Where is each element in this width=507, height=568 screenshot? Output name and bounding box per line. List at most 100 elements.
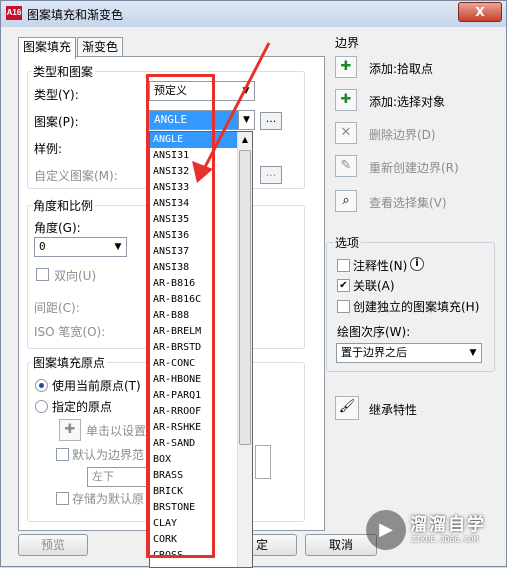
pattern-list-item[interactable]: AR-PARQ1 — [150, 388, 238, 404]
remove-boundaries-label[interactable]: 删除边界(D) — [369, 126, 436, 143]
separate-hatches-checkbox[interactable] — [337, 300, 350, 313]
remove-boundaries-icon[interactable]: ✕ — [335, 122, 357, 144]
chevron-down-icon: ▼ — [114, 242, 122, 252]
custom-browse-button[interactable]: ... — [260, 166, 282, 184]
add-pick-points-icon[interactable]: ✚ — [335, 56, 357, 78]
magnifier-icon[interactable]: ⌕ — [335, 190, 357, 212]
scroll-up-icon[interactable]: ▲ — [238, 132, 252, 147]
specified-origin-radio[interactable] — [35, 400, 48, 413]
specified-origin-label: 指定的原点 — [52, 400, 113, 414]
origin-position-combo[interactable]: 左下 — [87, 467, 149, 487]
options-group-label: 选项 — [333, 234, 362, 251]
tab-gradient[interactable]: 渐变色 — [77, 37, 124, 57]
add-select-objects-label[interactable]: 添加:选择对象 — [369, 93, 445, 110]
double-label: 双向(U) — [54, 269, 97, 283]
click-to-set-label: 单击以设置 — [86, 424, 147, 438]
pattern-list-item[interactable]: ANSI31 — [150, 148, 238, 164]
pattern-dropdown-list[interactable]: ANGLE ANSI31 ANSI32 ANSI33 ANSI34 ANSI35 ANSI3… — [149, 131, 253, 568]
pattern-list-item[interactable]: AR-HBONE — [150, 372, 238, 388]
window-title: 图案填充和渐变色 — [27, 8, 124, 22]
ok-button-label: 定 — [256, 538, 269, 552]
draw-order-label: 绘图次序(W): — [337, 325, 411, 339]
pattern-browse-button[interactable]: ... — [260, 112, 282, 130]
add-pick-points-label[interactable]: 添加:拾取点 — [369, 60, 433, 77]
swatch-label: 样例: — [34, 142, 63, 156]
pattern-list-item[interactable]: BRSTONE — [150, 500, 238, 516]
associative-checkbox[interactable]: ✔ — [337, 279, 350, 292]
pattern-list-item[interactable]: ANSI38 — [150, 260, 238, 276]
pattern-list-item[interactable]: ANSI33 — [150, 180, 238, 196]
type-pattern-group-label: 类型和图案 — [31, 63, 96, 80]
use-current-origin-label: 使用当前原点(T) — [52, 379, 141, 393]
double-checkbox[interactable] — [36, 268, 49, 281]
store-default-label: 存储为默认原 — [72, 492, 145, 506]
pattern-list-item[interactable]: ANSI32 — [150, 164, 238, 180]
pattern-combo[interactable]: ANGLE ▼ — [149, 110, 255, 130]
pattern-list-item[interactable]: ANSI36 — [150, 228, 238, 244]
pattern-list-item[interactable]: AR-RSHKE — [150, 420, 238, 436]
angle-scale-group-label: 角度和比例 — [31, 197, 96, 214]
pattern-list-item[interactable]: AR-BRELM — [150, 324, 238, 340]
watermark-text: 溜溜自学 — [410, 515, 486, 535]
close-button[interactable]: X — [458, 2, 502, 22]
inherit-properties-label[interactable]: 继承特性 — [369, 401, 417, 418]
separate-hatches-label: 创建独立的图案填充(H) — [353, 300, 480, 314]
pattern-list-item[interactable]: AR-RROOF — [150, 404, 238, 420]
type-combo[interactable]: 预定义 ▼ — [149, 81, 255, 101]
pattern-list-item[interactable]: ANSI34 — [150, 196, 238, 212]
pattern-list-scrollbar[interactable]: ▲ — [237, 132, 252, 567]
crosshair-pick-icon[interactable]: ✚ — [59, 419, 81, 441]
pattern-list-item[interactable]: AR-B88 — [150, 308, 238, 324]
angle-combo[interactable]: 0 ▼ — [34, 237, 127, 257]
info-icon[interactable]: i — [410, 257, 424, 271]
default-boundary-label: 默认为边界范 — [72, 448, 145, 462]
scroll-thumb[interactable] — [239, 150, 251, 445]
add-select-objects-icon[interactable]: ✚ — [335, 89, 357, 111]
annotative-checkbox[interactable] — [337, 259, 350, 272]
watermark-subtext: ZIXUE.3D66.COM — [411, 535, 479, 544]
pattern-list-items: ANGLE ANSI31 ANSI32 ANSI33 ANSI34 ANSI35 ANSI3… — [150, 132, 238, 564]
hatch-origin-group-label: 图案填充原点 — [31, 354, 108, 371]
pattern-list-item[interactable]: BRASS — [150, 468, 238, 484]
angle-label: 角度(G): — [34, 221, 81, 235]
pattern-list-item[interactable]: AR-SAND — [150, 436, 238, 452]
boundaries-group-label: 边界 — [333, 34, 362, 51]
pattern-list-item[interactable]: AR-CONC — [150, 356, 238, 372]
pattern-list-item[interactable]: AR-B816C — [150, 292, 238, 308]
angle-value: 0 — [39, 240, 46, 253]
draw-order-value: 置于边界之后 — [341, 346, 407, 359]
draw-order-combo[interactable]: 置于边界之后 ▼ — [336, 343, 482, 363]
preview-button[interactable]: 预览 — [18, 534, 88, 556]
title-bar[interactable]: A16 图案填充和渐变色 X — [1, 1, 506, 27]
pattern-list-item[interactable]: CROSS — [150, 548, 238, 564]
recreate-boundary-icon[interactable]: ✎ — [335, 155, 357, 177]
pattern-label: 图案(P): — [34, 115, 79, 129]
pattern-list-item[interactable]: CLAY — [150, 516, 238, 532]
pattern-list-item[interactable]: ANGLE — [150, 132, 238, 148]
pattern-list-item[interactable]: CORK — [150, 532, 238, 548]
store-default-checkbox[interactable] — [56, 492, 69, 505]
pattern-list-item[interactable]: AR-BRSTD — [150, 340, 238, 356]
watermark: ▶ 溜溜自学 ZIXUE.3D66.COM — [366, 508, 507, 552]
pattern-list-item[interactable]: BRICK — [150, 484, 238, 500]
associative-label: 关联(A) — [353, 279, 395, 293]
type-label: 类型(Y): — [34, 88, 79, 102]
use-current-origin-radio[interactable] — [35, 379, 48, 392]
recreate-boundary-label[interactable]: 重新创建边界(R) — [369, 159, 459, 176]
paintbrush-icon[interactable]: 🖌 — [335, 396, 359, 420]
hatch-dialog: A16 图案填充和渐变色 X 图案填充 渐变色 类型和图案 类型(Y): 图案(… — [0, 0, 507, 568]
chevron-down-icon: ▼ — [469, 348, 477, 358]
view-selections-label[interactable]: 查看选择集(V) — [369, 194, 447, 211]
pattern-list-item[interactable]: ANSI37 — [150, 244, 238, 260]
default-boundary-checkbox[interactable] — [56, 448, 69, 461]
autocad-app-icon: A16 — [6, 6, 22, 20]
pattern-list-item[interactable]: BOX — [150, 452, 238, 468]
play-logo-icon: ▶ — [366, 510, 406, 550]
tab-hatch[interactable]: 图案填充 — [18, 37, 77, 59]
custom-pattern-label: 自定义图案(M): — [34, 169, 118, 183]
origin-position-value: 左下 — [92, 470, 114, 483]
pattern-list-item[interactable]: ANSI35 — [150, 212, 238, 228]
pattern-list-item[interactable]: AR-B816 — [150, 276, 238, 292]
pattern-value: ANGLE — [154, 113, 188, 126]
type-value: 预定义 — [154, 84, 187, 97]
